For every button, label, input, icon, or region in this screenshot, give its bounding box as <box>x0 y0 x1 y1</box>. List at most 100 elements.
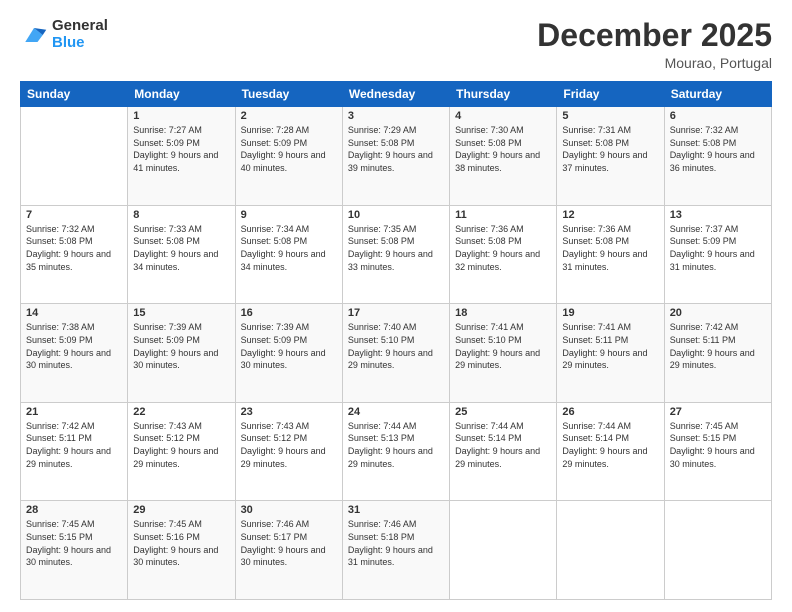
day-number: 20 <box>670 307 766 319</box>
day-info: Sunrise: 7:35 AMSunset: 5:08 PMDaylight:… <box>348 223 444 273</box>
day-number: 10 <box>348 209 444 221</box>
day-info: Sunrise: 7:41 AMSunset: 5:11 PMDaylight:… <box>562 321 658 371</box>
day-info: Sunrise: 7:42 AMSunset: 5:11 PMDaylight:… <box>670 321 766 371</box>
day-number: 23 <box>241 406 337 418</box>
day-number: 12 <box>562 209 658 221</box>
col-saturday: Saturday <box>664 82 771 107</box>
calendar-cell: 30 Sunrise: 7:46 AMSunset: 5:17 PMDayligh… <box>235 501 342 600</box>
calendar-cell: 3 Sunrise: 7:29 AMSunset: 5:08 PMDaylight… <box>342 107 449 206</box>
day-number: 9 <box>241 209 337 221</box>
logo-blue: Blue <box>52 35 108 52</box>
day-info: Sunrise: 7:45 AMSunset: 5:15 PMDaylight:… <box>26 518 122 568</box>
col-tuesday: Tuesday <box>235 82 342 107</box>
day-number: 6 <box>670 110 766 122</box>
calendar-cell: 28 Sunrise: 7:45 AMSunset: 5:15 PMDayligh… <box>21 501 128 600</box>
day-info: Sunrise: 7:32 AMSunset: 5:08 PMDaylight:… <box>26 223 122 273</box>
day-info: Sunrise: 7:29 AMSunset: 5:08 PMDaylight:… <box>348 124 444 174</box>
week-row-3: 14 Sunrise: 7:38 AMSunset: 5:09 PMDayligh… <box>21 304 772 403</box>
day-number: 15 <box>133 307 229 319</box>
calendar-cell: 5Sunrise: 7:31 AMSunset: 5:08 PMDaylight… <box>557 107 664 206</box>
calendar-cell: 1 Sunrise: 7:27 AMSunset: 5:09 PMDaylight… <box>128 107 235 206</box>
calendar-cell: 31 Sunrise: 7:46 AMSunset: 5:18 PMDayligh… <box>342 501 449 600</box>
calendar-cell: 19 Sunrise: 7:41 AMSunset: 5:11 PMDayligh… <box>557 304 664 403</box>
calendar-cell: 24 Sunrise: 7:44 AMSunset: 5:13 PMDayligh… <box>342 402 449 501</box>
week-row-1: 1 Sunrise: 7:27 AMSunset: 5:09 PMDaylight… <box>21 107 772 206</box>
day-info: Sunrise: 7:43 AMSunset: 5:12 PMDaylight:… <box>241 420 337 470</box>
day-info: Sunrise: 7:36 AMSunset: 5:08 PMDaylight:… <box>562 223 658 273</box>
calendar-cell: 23 Sunrise: 7:43 AMSunset: 5:12 PMDayligh… <box>235 402 342 501</box>
day-number: 19 <box>562 307 658 319</box>
col-thursday: Thursday <box>450 82 557 107</box>
calendar-cell: 17 Sunrise: 7:40 AMSunset: 5:10 PMDayligh… <box>342 304 449 403</box>
day-info: Sunrise: 7:34 AMSunset: 5:08 PMDaylight:… <box>241 223 337 273</box>
day-number: 3 <box>348 110 444 122</box>
day-number: 28 <box>26 504 122 516</box>
day-info: Sunrise: 7:27 AMSunset: 5:09 PMDaylight:… <box>133 124 229 174</box>
calendar-cell: 27 Sunrise: 7:45 AMSunset: 5:15 PMDayligh… <box>664 402 771 501</box>
calendar-cell: 16 Sunrise: 7:39 AMSunset: 5:09 PMDayligh… <box>235 304 342 403</box>
day-info: Sunrise: 7:36 AMSunset: 5:08 PMDaylight:… <box>455 223 551 273</box>
col-friday: Friday <box>557 82 664 107</box>
day-number: 31 <box>348 504 444 516</box>
day-info: Sunrise: 7:39 AMSunset: 5:09 PMDaylight:… <box>133 321 229 371</box>
day-info: Sunrise: 7:32 AMSunset: 5:08 PMDaylight:… <box>670 124 766 174</box>
day-number: 21 <box>26 406 122 418</box>
day-info: Sunrise: 7:28 AMSunset: 5:09 PMDaylight:… <box>241 124 337 174</box>
week-row-5: 28 Sunrise: 7:45 AMSunset: 5:15 PMDayligh… <box>21 501 772 600</box>
header: General Blue December 2025 Mourao, Portu… <box>20 18 772 71</box>
week-row-4: 21Sunrise: 7:42 AMSunset: 5:11 PMDayligh… <box>21 402 772 501</box>
col-monday: Monday <box>128 82 235 107</box>
calendar-cell: 4Sunrise: 7:30 AMSunset: 5:08 PMDaylight… <box>450 107 557 206</box>
day-number: 1 <box>133 110 229 122</box>
logo-general: General <box>52 18 108 35</box>
calendar-cell: 13 Sunrise: 7:37 AMSunset: 5:09 PMDayligh… <box>664 205 771 304</box>
calendar-cell: 8Sunrise: 7:33 AMSunset: 5:08 PMDaylight… <box>128 205 235 304</box>
day-info: Sunrise: 7:46 AMSunset: 5:17 PMDaylight:… <box>241 518 337 568</box>
calendar-table: Sunday Monday Tuesday Wednesday Thursday… <box>20 81 772 600</box>
day-number: 30 <box>241 504 337 516</box>
calendar-cell: 9 Sunrise: 7:34 AMSunset: 5:08 PMDaylight… <box>235 205 342 304</box>
day-info: Sunrise: 7:45 AMSunset: 5:16 PMDaylight:… <box>133 518 229 568</box>
day-info: Sunrise: 7:31 AMSunset: 5:08 PMDaylight:… <box>562 124 658 174</box>
month-title: December 2025 <box>537 18 772 53</box>
day-number: 8 <box>133 209 229 221</box>
day-number: 14 <box>26 307 122 319</box>
day-info: Sunrise: 7:44 AMSunset: 5:13 PMDaylight:… <box>348 420 444 470</box>
calendar-cell: 20 Sunrise: 7:42 AMSunset: 5:11 PMDayligh… <box>664 304 771 403</box>
day-number: 22 <box>133 406 229 418</box>
day-info: Sunrise: 7:37 AMSunset: 5:09 PMDaylight:… <box>670 223 766 273</box>
day-info: Sunrise: 7:39 AMSunset: 5:09 PMDaylight:… <box>241 321 337 371</box>
col-wednesday: Wednesday <box>342 82 449 107</box>
calendar-cell: 7Sunrise: 7:32 AMSunset: 5:08 PMDaylight… <box>21 205 128 304</box>
day-info: Sunrise: 7:46 AMSunset: 5:18 PMDaylight:… <box>348 518 444 568</box>
col-sunday: Sunday <box>21 82 128 107</box>
day-number: 25 <box>455 406 551 418</box>
day-number: 29 <box>133 504 229 516</box>
calendar-cell: 11Sunrise: 7:36 AMSunset: 5:08 PMDayligh… <box>450 205 557 304</box>
day-number: 27 <box>670 406 766 418</box>
calendar-cell <box>21 107 128 206</box>
header-row: Sunday Monday Tuesday Wednesday Thursday… <box>21 82 772 107</box>
calendar-cell: 25 Sunrise: 7:44 AMSunset: 5:14 PMDayligh… <box>450 402 557 501</box>
day-info: Sunrise: 7:30 AMSunset: 5:08 PMDaylight:… <box>455 124 551 174</box>
day-info: Sunrise: 7:45 AMSunset: 5:15 PMDaylight:… <box>670 420 766 470</box>
day-info: Sunrise: 7:40 AMSunset: 5:10 PMDaylight:… <box>348 321 444 371</box>
calendar-cell: 29 Sunrise: 7:45 AMSunset: 5:16 PMDayligh… <box>128 501 235 600</box>
day-number: 24 <box>348 406 444 418</box>
day-info: Sunrise: 7:43 AMSunset: 5:12 PMDaylight:… <box>133 420 229 470</box>
day-number: 13 <box>670 209 766 221</box>
calendar-cell: 6 Sunrise: 7:32 AMSunset: 5:08 PMDaylight… <box>664 107 771 206</box>
logo: General Blue <box>20 18 108 51</box>
calendar-cell: 18Sunrise: 7:41 AMSunset: 5:10 PMDayligh… <box>450 304 557 403</box>
calendar-cell <box>664 501 771 600</box>
day-info: Sunrise: 7:38 AMSunset: 5:09 PMDaylight:… <box>26 321 122 371</box>
day-info: Sunrise: 7:41 AMSunset: 5:10 PMDaylight:… <box>455 321 551 371</box>
day-number: 17 <box>348 307 444 319</box>
day-number: 16 <box>241 307 337 319</box>
calendar-cell <box>557 501 664 600</box>
week-row-2: 7Sunrise: 7:32 AMSunset: 5:08 PMDaylight… <box>21 205 772 304</box>
calendar-cell: 2Sunrise: 7:28 AMSunset: 5:09 PMDaylight… <box>235 107 342 206</box>
day-info: Sunrise: 7:44 AMSunset: 5:14 PMDaylight:… <box>455 420 551 470</box>
calendar-cell: 10 Sunrise: 7:35 AMSunset: 5:08 PMDayligh… <box>342 205 449 304</box>
calendar-cell: 15 Sunrise: 7:39 AMSunset: 5:09 PMDayligh… <box>128 304 235 403</box>
